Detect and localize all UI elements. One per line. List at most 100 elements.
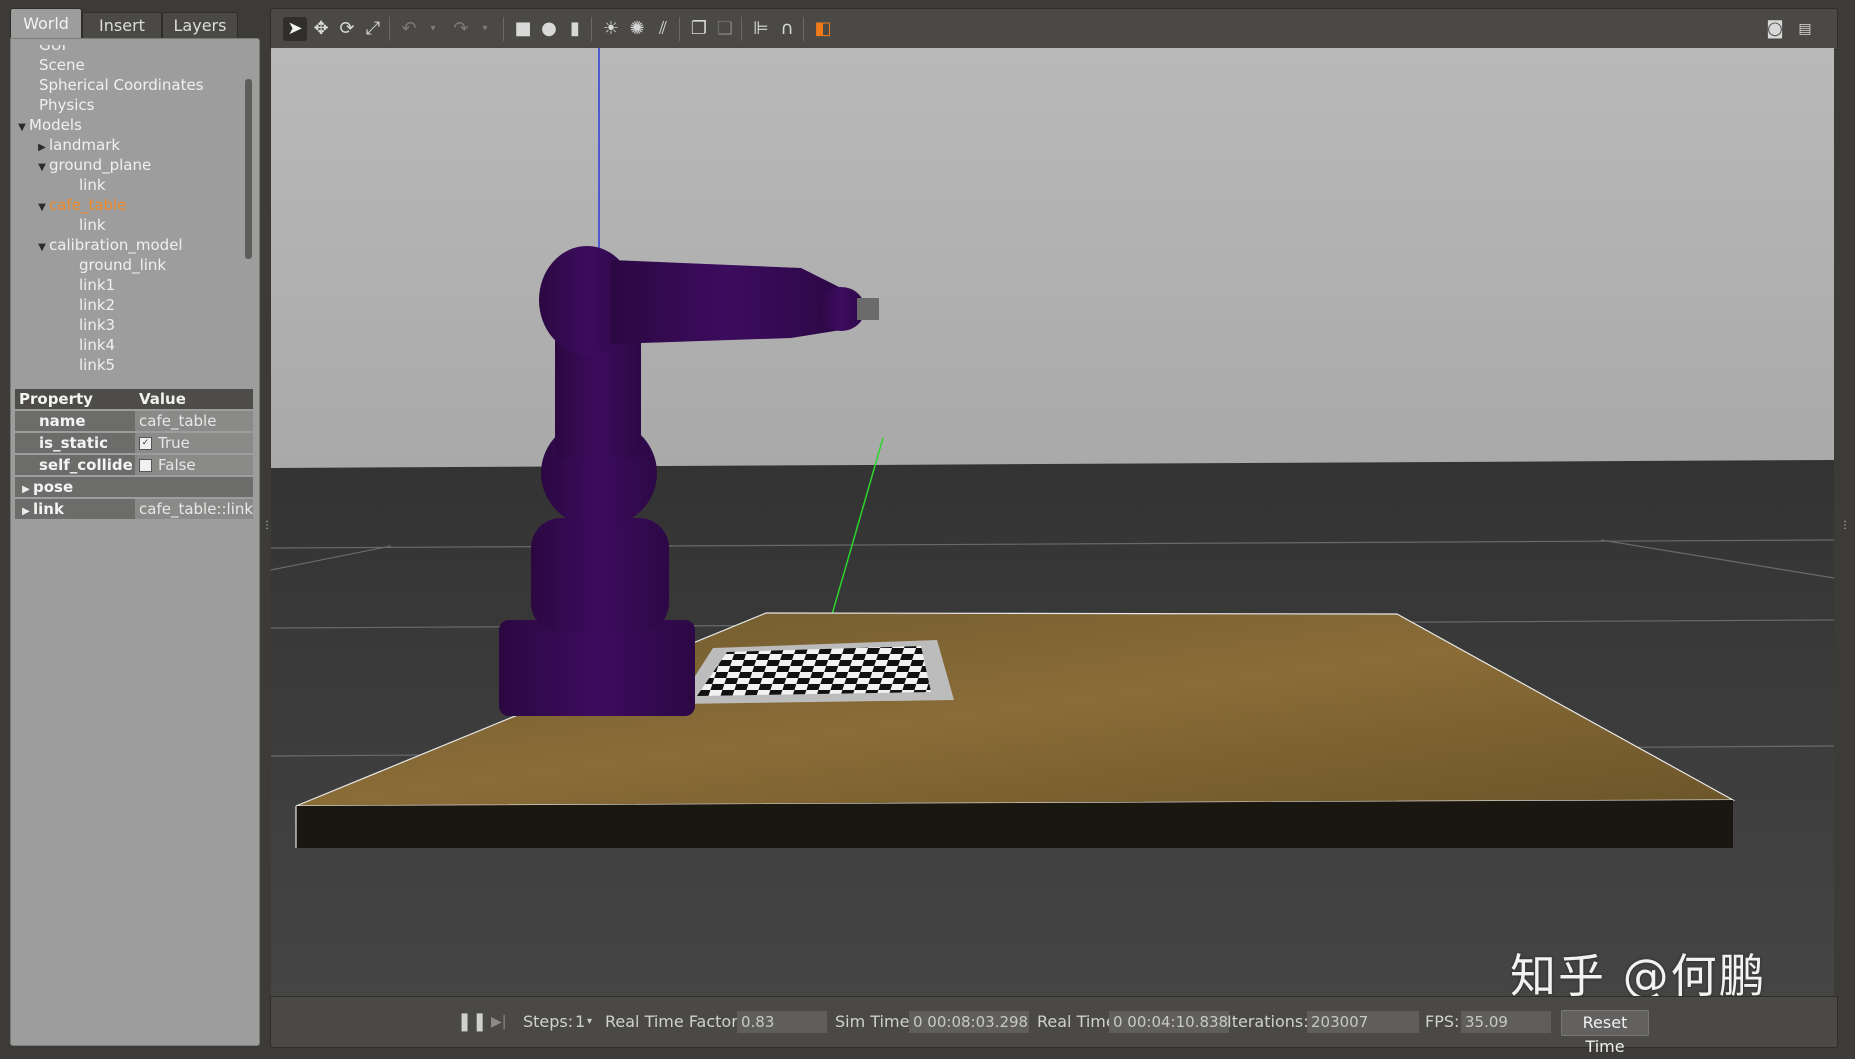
- box-icon[interactable]: ■: [511, 17, 535, 41]
- log-icon[interactable]: ▤: [1793, 17, 1817, 41]
- expand-right-icon[interactable]: ▶: [19, 502, 33, 522]
- tree-item-landmark[interactable]: ▶ landmark: [35, 135, 120, 155]
- property-row-link[interactable]: ▶ link cafe_table::link: [15, 499, 253, 519]
- property-value-is-static[interactable]: ✓ True: [135, 433, 253, 453]
- tree-item-link3[interactable]: link3: [79, 315, 115, 335]
- tree-item-calibration-model[interactable]: ▼ calibration_model: [35, 235, 183, 258]
- snap-icon[interactable]: ∩: [775, 17, 799, 41]
- property-label: is_static: [39, 434, 108, 452]
- model-tree: GUI Scene Spherical Coordinates Physics …: [11, 45, 249, 375]
- redo-history-icon[interactable]: ▾: [473, 17, 497, 41]
- tree-item-ground-link[interactable]: ground_link: [79, 255, 166, 275]
- cylinder-icon[interactable]: ▮: [563, 17, 587, 41]
- tree-scrollbar[interactable]: [245, 79, 252, 259]
- property-label-link: ▶ link: [15, 499, 133, 519]
- value-column-header: Value: [135, 389, 253, 409]
- tab-layers[interactable]: Layers: [162, 12, 238, 39]
- tab-insert[interactable]: Insert: [82, 12, 162, 39]
- sky: [271, 48, 1834, 468]
- expand-down-icon[interactable]: ▼: [35, 158, 49, 178]
- real-time-factor-label: Real Time Factor:: [605, 1012, 743, 1031]
- property-label-pose: ▶ pose: [15, 477, 253, 497]
- undo-icon[interactable]: ↶: [397, 17, 421, 41]
- real-time-factor-value: 0.83: [737, 1011, 827, 1033]
- property-label: name: [39, 412, 86, 430]
- tree-label: Models: [29, 116, 82, 134]
- tree-item-gui[interactable]: GUI: [39, 45, 66, 55]
- tree-label: landmark: [49, 136, 121, 154]
- undo-history-icon[interactable]: ▾: [421, 17, 445, 41]
- tree-item-spherical-coordinates[interactable]: Spherical Coordinates: [39, 75, 204, 95]
- tree-item-ground-plane[interactable]: ▼ ground_plane: [35, 155, 151, 175]
- tree-item-link2[interactable]: link2: [79, 295, 115, 315]
- panel-splitter-handle[interactable]: ⋮: [262, 520, 272, 534]
- sphere-icon[interactable]: ●: [537, 17, 561, 41]
- sim-time-value: 0 00:08:03.298: [909, 1011, 1029, 1033]
- toolbar-separator: [803, 17, 804, 41]
- scale-icon[interactable]: ⤢: [361, 17, 385, 41]
- checkbox-label: True: [158, 434, 190, 452]
- real-time-value: 0 00:04:10.838: [1109, 1011, 1229, 1033]
- scene-render[interactable]: [271, 48, 1834, 996]
- translate-icon[interactable]: ✥: [309, 17, 333, 41]
- expand-down-icon[interactable]: ▼: [15, 118, 29, 138]
- tree-item-cafe-table[interactable]: ▼ cafe_table: [35, 195, 126, 215]
- checkbox-unchecked-icon[interactable]: [139, 459, 152, 472]
- left-panel: World Insert Layers GUI Scene Spherical …: [10, 8, 260, 1046]
- 3d-viewport[interactable]: [271, 48, 1834, 996]
- steps-value[interactable]: 1: [575, 1012, 585, 1032]
- tree-item-link5[interactable]: link5: [79, 355, 115, 375]
- step-icon[interactable]: ▶|: [491, 1012, 506, 1032]
- fps-label: FPS:: [1425, 1012, 1460, 1031]
- align-icon[interactable]: ⊫: [749, 17, 773, 41]
- fps-value: 35.09: [1461, 1011, 1551, 1033]
- property-label: link: [33, 500, 64, 518]
- tree-item-cafe-table-link[interactable]: link: [79, 215, 106, 235]
- toolbar-separator: [591, 17, 592, 41]
- iterations-label: Iterations:: [1227, 1012, 1309, 1031]
- property-value-self-collide[interactable]: False: [135, 455, 253, 475]
- tab-bar: World Insert Layers: [10, 8, 260, 39]
- tab-world[interactable]: World: [10, 8, 82, 39]
- expand-down-icon[interactable]: ▼: [35, 238, 49, 258]
- point-light-icon[interactable]: ☀: [599, 17, 623, 41]
- target-marker: [857, 298, 879, 320]
- expand-down-icon[interactable]: ▼: [35, 198, 49, 218]
- tree-label: calibration_model: [49, 236, 183, 254]
- paste-icon[interactable]: ❏: [713, 17, 737, 41]
- toolbar-separator: [679, 17, 680, 41]
- property-row-is-static: is_static ✓ True: [15, 433, 253, 453]
- screenshot-icon[interactable]: ◙: [1763, 17, 1787, 41]
- property-label: self_collide: [39, 456, 133, 474]
- right-splitter-handle[interactable]: ⋮: [1840, 520, 1850, 534]
- tree-item-link1[interactable]: link1: [79, 275, 115, 295]
- checkbox-checked-icon[interactable]: ✓: [139, 437, 152, 450]
- spot-light-icon[interactable]: ✺: [625, 17, 649, 41]
- select-arrow-icon[interactable]: ➤: [283, 17, 307, 41]
- reset-time-button[interactable]: Reset Time: [1561, 1010, 1649, 1056]
- view-angle-icon[interactable]: ◧: [811, 17, 835, 41]
- rotate-icon[interactable]: ⟳: [335, 17, 359, 41]
- directional-light-icon[interactable]: ⫽: [651, 17, 675, 41]
- redo-icon[interactable]: ↷: [449, 17, 473, 41]
- tree-item-scene[interactable]: Scene: [39, 55, 85, 75]
- status-bar: ❚❚ ▶| Steps: 1 ▾ Real Time Factor: 0.83 …: [270, 996, 1838, 1056]
- property-value-name[interactable]: cafe_table: [135, 411, 253, 431]
- property-label: pose: [33, 478, 74, 496]
- checkbox-label: False: [158, 456, 196, 474]
- tree-item-models[interactable]: ▼ Models: [15, 115, 82, 135]
- expand-right-icon[interactable]: ▶: [19, 480, 33, 500]
- toolbar-separator: [741, 17, 742, 41]
- property-row-pose[interactable]: ▶ pose: [15, 477, 253, 497]
- tree-item-ground-plane-link[interactable]: link: [79, 175, 106, 195]
- property-value-link: cafe_table::link: [135, 499, 253, 519]
- property-column-header: Property: [19, 390, 93, 408]
- chevron-down-icon[interactable]: ▾: [587, 1012, 592, 1032]
- copy-icon[interactable]: ❐: [687, 17, 711, 41]
- property-row-self-collide: self_collide False: [15, 455, 253, 475]
- pause-icon[interactable]: ❚❚: [457, 1012, 487, 1032]
- steps-label: Steps:: [523, 1012, 574, 1031]
- toolbar-separator: [503, 17, 504, 41]
- tree-item-link4[interactable]: link4: [79, 335, 115, 355]
- tree-item-physics[interactable]: Physics: [39, 95, 94, 115]
